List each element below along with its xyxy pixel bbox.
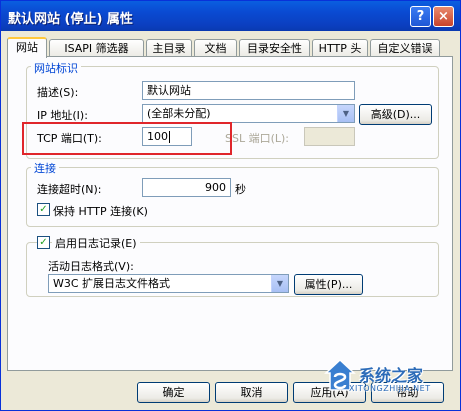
active-log-format-label: 活动日志格式(V): (48, 260, 134, 273)
title-bar[interactable]: 默认网站 (停止) 属性 ? × (1, 1, 460, 31)
cancel-button[interactable]: 取消 (215, 382, 288, 403)
close-icon: × (438, 9, 449, 24)
timeout-unit-label: 秒 (235, 183, 246, 196)
ssl-port-field[interactable] (304, 127, 355, 146)
tab-directory-security[interactable]: 目录安全性 (239, 39, 310, 56)
tab-home-directory[interactable]: 主目录 (146, 39, 192, 56)
connection-legend: 连接 (31, 160, 59, 176)
watermark-text: 系统之家 (359, 366, 424, 385)
properties-window: 默认网站 (停止) 属性 ? × 网站 ISAPI 筛选器 主目录 文档 目录安… (0, 0, 461, 411)
tab-custom-errors[interactable]: 自定义错误 (370, 39, 440, 56)
help-icon: ? (416, 9, 425, 24)
keep-alive-checkbox[interactable]: ✓ (37, 203, 50, 216)
ip-address-dropdown[interactable]: (全部未分配) ▼ (142, 104, 355, 123)
close-button[interactable]: × (433, 6, 454, 27)
advanced-button[interactable]: 高级(D)... (359, 104, 432, 125)
tab-http-headers[interactable]: HTTP 头 (312, 39, 368, 56)
connection-timeout-field[interactable]: 900 (142, 178, 231, 197)
tab-website[interactable]: 网站 (7, 37, 47, 58)
tab-isapi-filters[interactable]: ISAPI 筛选器 (49, 39, 144, 56)
enable-logging-checkbox[interactable]: ✓ (37, 236, 50, 249)
keep-alive-label[interactable]: 保持 HTTP 连接(K) (53, 203, 148, 219)
window-title: 默认网站 (停止) 属性 (8, 12, 133, 27)
highlight-box (22, 122, 232, 155)
description-label: 描述(S): (37, 86, 79, 99)
ssl-port-label: SSL 端口(L): (225, 132, 290, 145)
log-format-value: W3C 扩展日志文件格式 (53, 277, 171, 290)
watermark: 系统之家 XITONGZHIJIA.NET (323, 357, 460, 410)
chevron-down-icon[interactable]: ▼ (271, 275, 288, 292)
connection-timeout-label: 连接超时(N): (37, 183, 102, 196)
tab-strip: 网站 ISAPI 筛选器 主目录 文档 目录安全性 HTTP 头 自定义错误 (7, 37, 453, 58)
site-identification-legend: 网站标识 (31, 60, 81, 76)
enable-logging-label[interactable]: 启用日志记录(E) (52, 235, 140, 251)
ip-address-value: (全部未分配) (147, 107, 211, 120)
ok-button[interactable]: 确定 (137, 382, 210, 403)
ip-address-label: IP 地址(I): (37, 109, 88, 122)
description-field[interactable]: 默认网站 (142, 81, 355, 100)
log-format-dropdown[interactable]: W3C 扩展日志文件格式 ▼ (48, 274, 289, 293)
chevron-down-icon[interactable]: ▼ (337, 105, 354, 122)
help-title-button[interactable]: ? (410, 6, 431, 27)
watermark-subtext: XITONGZHIJIA.NET (349, 384, 431, 393)
tab-documents[interactable]: 文档 (194, 39, 237, 56)
log-properties-button[interactable]: 属性(P)... (294, 274, 363, 295)
